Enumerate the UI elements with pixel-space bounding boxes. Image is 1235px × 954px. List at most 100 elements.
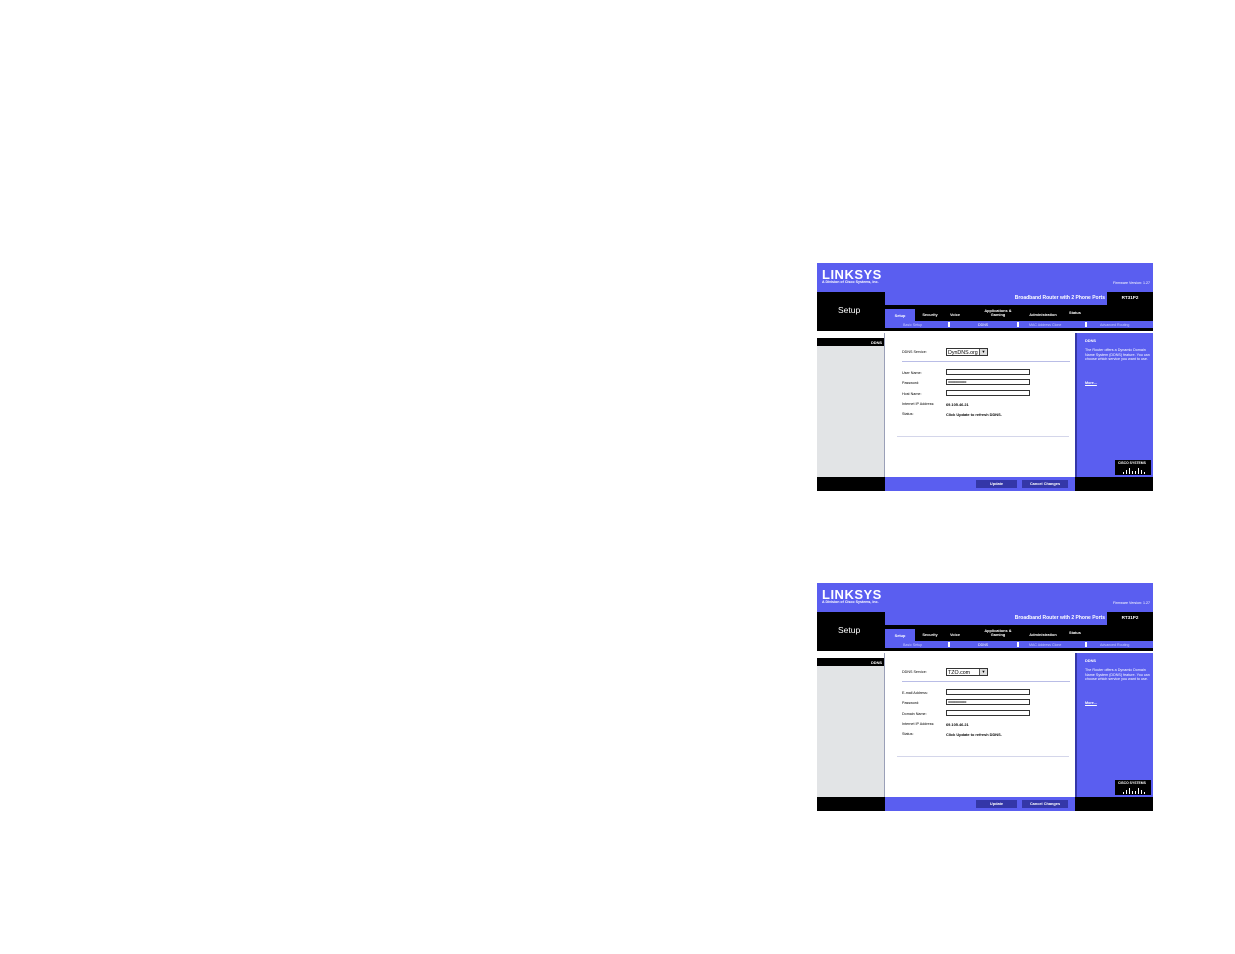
help-title: DDNS <box>1085 658 1097 663</box>
subtab-basic-setup[interactable]: Basic Setup <box>903 643 922 647</box>
email-label: E-mail Address: <box>902 691 928 695</box>
status-value: Click Update to refresh DDNS. <box>946 412 1002 417</box>
footer-right <box>1075 797 1153 811</box>
password-label: Password: <box>902 381 920 385</box>
subtab-separator <box>1085 642 1087 647</box>
status-value: Click Update to refresh DDNS. <box>946 732 1002 737</box>
cisco-bridge-icon <box>1123 788 1145 794</box>
footer-right <box>1075 477 1153 491</box>
cisco-logo: CISCO SYSTEMS <box>1115 460 1151 475</box>
cancel-changes-button[interactable]: Cancel Changes <box>1022 800 1068 808</box>
tab-administration[interactable]: Administration <box>1023 633 1063 637</box>
product-bar: Broadband Router with 2 Phone Ports <box>885 292 1107 305</box>
subtab-separator <box>1017 322 1019 327</box>
logo-tagline: A Division of Cisco Systems, Inc. <box>822 280 879 284</box>
tab-applications-gaming[interactable]: Applications & Gaming <box>981 309 1015 317</box>
tab-security[interactable]: Security <box>918 633 942 637</box>
status-label: Status: <box>902 732 914 736</box>
tab-applications-gaming[interactable]: Applications & Gaming <box>981 629 1015 637</box>
section-bar: DDNS <box>817 338 885 346</box>
subtab-ddns[interactable]: DDNS <box>978 323 988 327</box>
help-text: The Router offers a Dynamic Domain Name … <box>1085 348 1150 362</box>
section-label: DDNS <box>870 660 882 665</box>
router-screen-tzo: LINKSYS A Division of Cisco Systems, Inc… <box>817 583 1153 811</box>
password-input[interactable]: •••••••••••••••••••• <box>946 699 1030 705</box>
subtab-mac-address-clone[interactable]: MAC Address Clone <box>1029 323 1061 327</box>
chevron-down-icon: ▼ <box>979 349 987 355</box>
product-name: Broadband Router with 2 Phone Ports <box>1014 615 1105 621</box>
password-value: •••••••••••••••••••• <box>948 379 967 384</box>
divider-line <box>902 681 1070 682</box>
divider-line <box>897 436 1069 437</box>
username-input[interactable] <box>946 369 1030 375</box>
ddns-service-label: DDNS Service: <box>902 670 927 674</box>
help-more-link[interactable]: More... <box>1085 381 1097 385</box>
update-button[interactable]: Update <box>976 480 1017 488</box>
subtab-advanced-routing[interactable]: Advanced Routing <box>1100 643 1129 647</box>
model-number: RT31P2 <box>1121 615 1139 620</box>
subtab-basic-setup[interactable]: Basic Setup <box>903 323 922 327</box>
product-bar: Broadband Router with 2 Phone Ports <box>885 612 1107 625</box>
cisco-label: CISCO SYSTEMS <box>1118 781 1146 785</box>
username-label: User Name: <box>902 371 922 375</box>
tab-setup[interactable]: Setup <box>885 309 915 321</box>
subtab-ddns[interactable]: DDNS <box>978 643 988 647</box>
nav-band: Setup Broadband Router with 2 Phone Port… <box>817 292 1153 331</box>
router-screen-dyndns: LINKSYS A Division of Cisco Systems, Inc… <box>817 263 1153 491</box>
subtab-mac-address-clone[interactable]: MAC Address Clone <box>1029 643 1061 647</box>
update-button[interactable]: Update <box>976 800 1017 808</box>
ip-label: Internet IP Address: <box>902 402 935 406</box>
ip-label: Internet IP Address: <box>902 722 935 726</box>
section-label: DDNS <box>870 340 882 345</box>
help-title: DDNS <box>1085 338 1097 343</box>
subtab-separator <box>948 642 950 647</box>
left-panel <box>817 346 884 477</box>
divider-line <box>902 361 1070 362</box>
firmware-version: Firmware Version: 1.27 <box>1113 281 1150 285</box>
tab-setup[interactable]: Setup <box>885 629 915 641</box>
footer-left <box>817 477 885 491</box>
cisco-logo: CISCO SYSTEMS <box>1115 780 1151 795</box>
footer-bar: Update Cancel Changes <box>817 797 1153 811</box>
left-panel <box>817 666 884 797</box>
help-more-link[interactable]: More... <box>1085 701 1097 705</box>
tab-status[interactable]: Status <box>1066 311 1084 315</box>
tab-voice[interactable]: Voice <box>946 633 964 637</box>
footer-bar: Update Cancel Changes <box>817 477 1153 491</box>
domain-name-input[interactable] <box>946 710 1030 716</box>
subtab-advanced-routing[interactable]: Advanced Routing <box>1100 323 1129 327</box>
ddns-service-label: DDNS Service: <box>902 350 927 354</box>
subtab-separator <box>948 322 950 327</box>
ddns-service-value: DynDNS.org <box>948 349 978 356</box>
tab-status[interactable]: Status <box>1066 631 1084 635</box>
cisco-label: CISCO SYSTEMS <box>1118 461 1146 465</box>
product-name: Broadband Router with 2 Phone Ports <box>1014 295 1105 301</box>
email-input[interactable] <box>946 689 1030 695</box>
hostname-input[interactable] <box>946 390 1030 396</box>
model-number: RT31P2 <box>1121 295 1139 300</box>
page-title: Setup <box>838 625 861 635</box>
logo-tagline: A Division of Cisco Systems, Inc. <box>822 600 879 604</box>
sub-tabs: Basic Setup DDNS MAC Address Clone Advan… <box>885 321 1153 328</box>
password-input[interactable]: •••••••••••••••••••• <box>946 379 1030 385</box>
nav-band: Setup Broadband Router with 2 Phone Port… <box>817 612 1153 651</box>
sub-tabs: Basic Setup DDNS MAC Address Clone Advan… <box>885 641 1153 648</box>
ddns-service-select[interactable]: TZO.com ▼ <box>946 668 988 676</box>
ddns-service-value: TZO.com <box>948 669 971 676</box>
ip-value: 69.105.46.21 <box>946 722 969 727</box>
firmware-version: Firmware Version: 1.27 <box>1113 601 1150 605</box>
subtab-separator <box>1017 642 1019 647</box>
tab-security[interactable]: Security <box>918 313 942 317</box>
main-tabs: Setup Security Voice Applications & Gami… <box>885 629 1153 641</box>
cisco-bridge-icon <box>1123 468 1145 474</box>
help-panel: DDNS The Router offers a Dynamic Domain … <box>1075 653 1153 797</box>
page-title: Setup <box>838 305 861 315</box>
ddns-service-select[interactable]: DynDNS.org ▼ <box>946 348 988 356</box>
header-bar: LINKSYS A Division of Cisco Systems, Inc… <box>817 583 1153 612</box>
help-panel: DDNS The Router offers a Dynamic Domain … <box>1075 333 1153 477</box>
cancel-changes-button[interactable]: Cancel Changes <box>1022 480 1068 488</box>
status-label: Status: <box>902 412 914 416</box>
main-tabs: Setup Security Voice Applications & Gami… <box>885 309 1153 321</box>
tab-voice[interactable]: Voice <box>946 313 964 317</box>
tab-administration[interactable]: Administration <box>1023 313 1063 317</box>
